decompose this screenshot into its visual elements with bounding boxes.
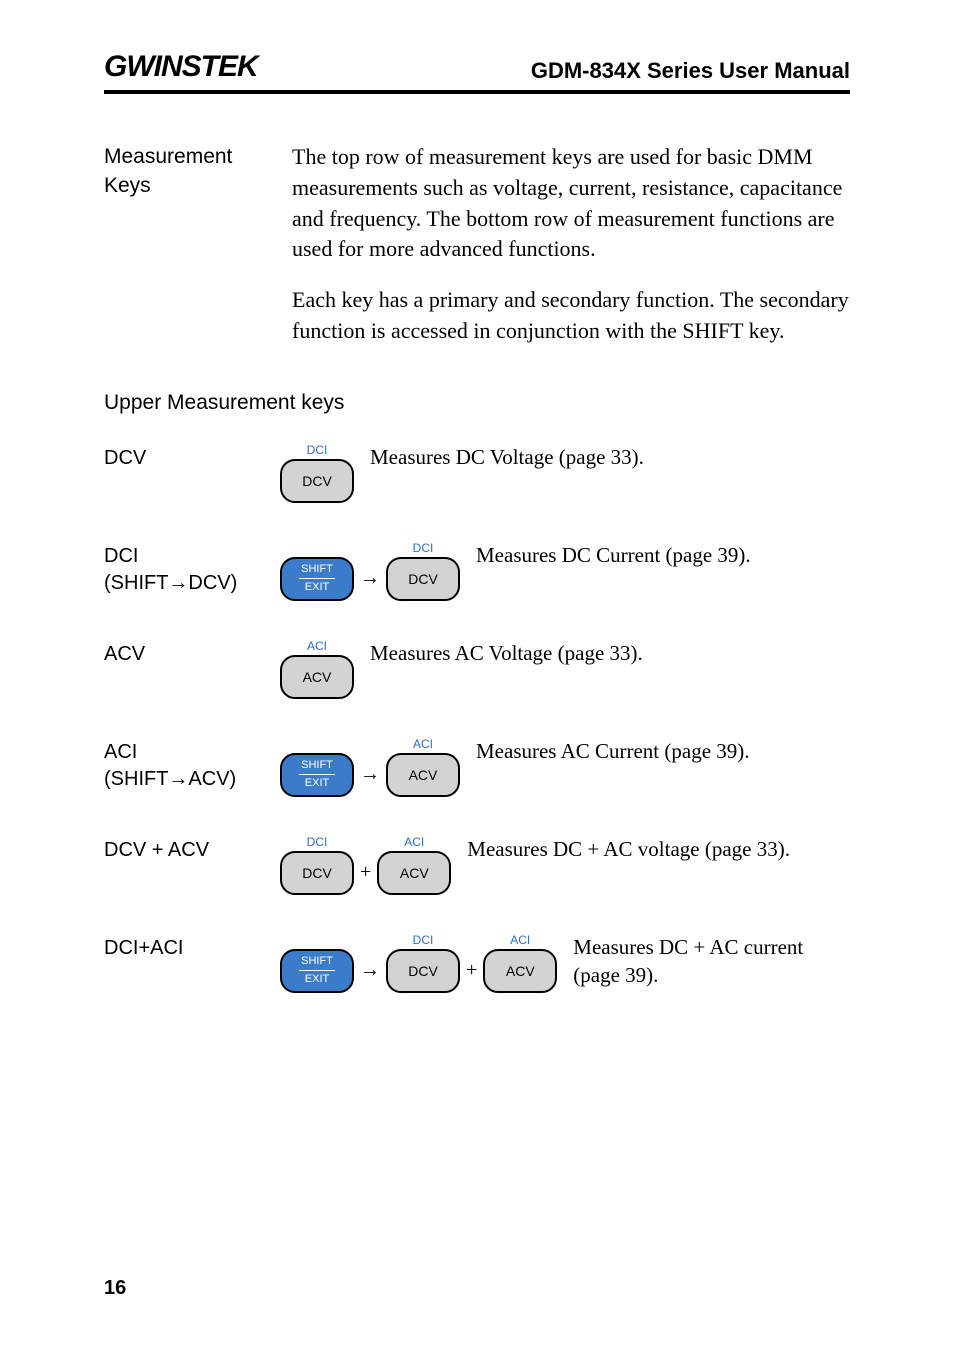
- arrow-icon: →: [360, 567, 380, 590]
- dcv-button-group: DCI DCV: [386, 541, 460, 601]
- arrow-icon: →: [360, 959, 380, 982]
- key-visual-dcv: DCI DCV: [280, 443, 354, 503]
- dcv-button: DCV: [280, 851, 354, 895]
- shift-top-label: SHIFT: [299, 956, 335, 971]
- arrow-icon: →: [360, 763, 380, 786]
- page-number: 16: [104, 1277, 126, 1300]
- shift-button: SHIFT EXIT: [280, 949, 354, 993]
- key-label-acv: ACV: [104, 639, 264, 668]
- shift-button-group: SHIFT EXIT: [280, 737, 354, 797]
- key-row-acv: ACV ACI ACV Measures AC Voltage (page 33…: [104, 639, 850, 699]
- intro-para1: The top row of measurement keys are used…: [292, 142, 850, 265]
- manual-title: GDM-834X Series User Manual: [531, 58, 850, 84]
- key-desc-dci-aci: Measures DC + AC current (page 39).: [573, 933, 850, 990]
- aci-secondary-label: ACI: [404, 835, 424, 849]
- key-visual-aci: SHIFT EXIT → ACI ACV: [280, 737, 460, 797]
- aci-secondary-label: ACI: [413, 737, 433, 751]
- dci-secondary-label: DCI: [413, 541, 434, 555]
- shift-button: SHIFT EXIT: [280, 557, 354, 601]
- dcv-button: DCV: [280, 459, 354, 503]
- aci-secondary-label: ACI: [510, 933, 530, 947]
- acv-button: ACV: [377, 851, 451, 895]
- shift-button-group: SHIFT EXIT: [280, 541, 354, 601]
- key-visual-acv: ACI ACV: [280, 639, 354, 699]
- intro-label: Measurement Keys: [104, 142, 264, 367]
- key-row-aci: ACI (SHIFT→ACV) SHIFT EXIT → ACI ACV Mea…: [104, 737, 850, 797]
- key-label-dci: DCI (SHIFT→DCV): [104, 541, 264, 597]
- acv-button-group: ACI ACV: [483, 933, 557, 993]
- intro-body: The top row of measurement keys are used…: [292, 142, 850, 367]
- key-label-dcv: DCV: [104, 443, 264, 472]
- shift-bottom-label: EXIT: [305, 778, 329, 789]
- key-visual-dcv-acv: DCI DCV + ACI ACV: [280, 835, 451, 895]
- acv-button: ACV: [280, 655, 354, 699]
- dcv-secondary-label: DCI: [307, 443, 328, 457]
- brand-logo: GWINSTEK: [104, 50, 258, 84]
- section-heading: Upper Measurement keys: [104, 391, 850, 415]
- dcv-button-group: DCI DCV: [280, 443, 354, 503]
- acv-button: ACV: [386, 753, 460, 797]
- shift-top-label: SHIFT: [299, 760, 335, 775]
- acv-button-group: ACI ACV: [377, 835, 451, 895]
- plus-separator: +: [360, 861, 371, 884]
- key-row-dcv: DCV DCI DCV Measures DC Voltage (page 33…: [104, 443, 850, 503]
- dcv-button-group: DCI DCV: [386, 933, 460, 993]
- acv-button-group: ACI ACV: [280, 639, 354, 699]
- key-label-dci-aci: DCI+ACI: [104, 933, 264, 962]
- plus-separator: +: [466, 959, 477, 982]
- key-row-dcv-acv: DCV + ACV DCI DCV + ACI ACV Measures DC …: [104, 835, 850, 895]
- key-desc-dcv: Measures DC Voltage (page 33).: [370, 443, 850, 471]
- page-header: GWINSTEK GDM-834X Series User Manual: [104, 50, 850, 94]
- key-visual-dci: SHIFT EXIT → DCI DCV: [280, 541, 460, 601]
- dcv-button: DCV: [386, 949, 460, 993]
- acv-secondary-label: ACI: [307, 639, 327, 653]
- key-row-dci: DCI (SHIFT→DCV) SHIFT EXIT → DCI DCV Mea…: [104, 541, 850, 601]
- dcv-button-group: DCI DCV: [280, 835, 354, 895]
- key-label-aci: ACI (SHIFT→ACV): [104, 737, 264, 793]
- key-desc-dci: Measures DC Current (page 39).: [476, 541, 850, 569]
- dci-secondary-label: DCI: [307, 835, 328, 849]
- key-desc-dcv-acv: Measures DC + AC voltage (page 33).: [467, 835, 850, 863]
- intro-para2: Each key has a primary and secondary fun…: [292, 285, 850, 347]
- key-row-dci-aci: DCI+ACI SHIFT EXIT → DCI DCV + ACI ACV M…: [104, 933, 850, 993]
- shift-top-label: SHIFT: [299, 564, 335, 579]
- shift-bottom-label: EXIT: [305, 582, 329, 593]
- key-visual-dci-aci: SHIFT EXIT → DCI DCV + ACI ACV: [280, 933, 557, 993]
- key-desc-acv: Measures AC Voltage (page 33).: [370, 639, 850, 667]
- shift-button-group: SHIFT EXIT: [280, 933, 354, 993]
- dci-secondary-label: DCI: [413, 933, 434, 947]
- dcv-button: DCV: [386, 557, 460, 601]
- intro-block: Measurement Keys The top row of measurem…: [104, 142, 850, 367]
- acv-button-group: ACI ACV: [386, 737, 460, 797]
- acv-button: ACV: [483, 949, 557, 993]
- shift-bottom-label: EXIT: [305, 974, 329, 985]
- shift-button: SHIFT EXIT: [280, 753, 354, 797]
- key-desc-aci: Measures AC Current (page 39).: [476, 737, 850, 765]
- key-label-dcv-acv: DCV + ACV: [104, 835, 264, 864]
